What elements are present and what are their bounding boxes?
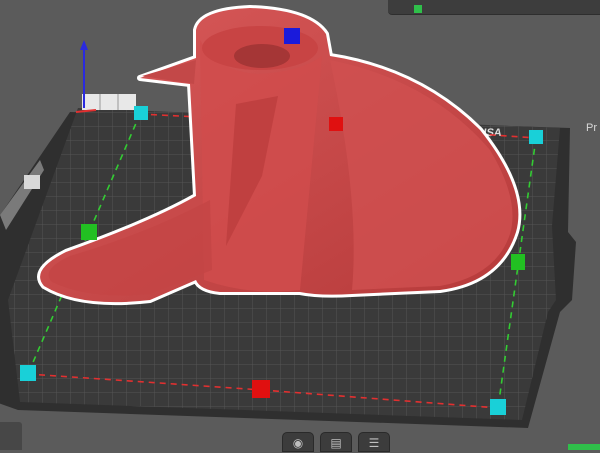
settings-icon[interactable]: ☰: [358, 432, 390, 452]
move-x-handle-top[interactable]: [329, 117, 343, 131]
bottom-right-indicator: [568, 444, 600, 450]
bottom-toolbar: ◉ ▤ ☰: [282, 432, 442, 452]
status-indicator: [414, 5, 422, 13]
side-panel-label: Pr: [586, 122, 597, 134]
camera-icon[interactable]: ◉: [282, 432, 314, 452]
bed-origin-patch: [82, 94, 136, 110]
bed-left-tag: [24, 175, 40, 189]
left-panel-tab[interactable]: [0, 422, 22, 450]
model-hub-bore: [234, 44, 290, 68]
layers-icon[interactable]: ▤: [320, 432, 352, 452]
move-x-handle-bottom[interactable]: [252, 380, 270, 398]
z-axis-arrow: [80, 40, 88, 50]
scale-handle-top-left[interactable]: [134, 106, 148, 120]
scale-handle-bottom-left[interactable]: [20, 365, 36, 381]
scale-handle-bottom-right[interactable]: [490, 399, 506, 415]
model-blade-right: [330, 60, 513, 290]
3d-viewport[interactable]: PRUSA: [0, 0, 600, 450]
move-y-handle-right[interactable]: [511, 254, 525, 270]
top-right-panel: [388, 0, 600, 15]
move-y-handle-left[interactable]: [81, 224, 97, 240]
scale-handle-top-right[interactable]: [529, 130, 543, 144]
move-z-handle[interactable]: [284, 28, 300, 44]
